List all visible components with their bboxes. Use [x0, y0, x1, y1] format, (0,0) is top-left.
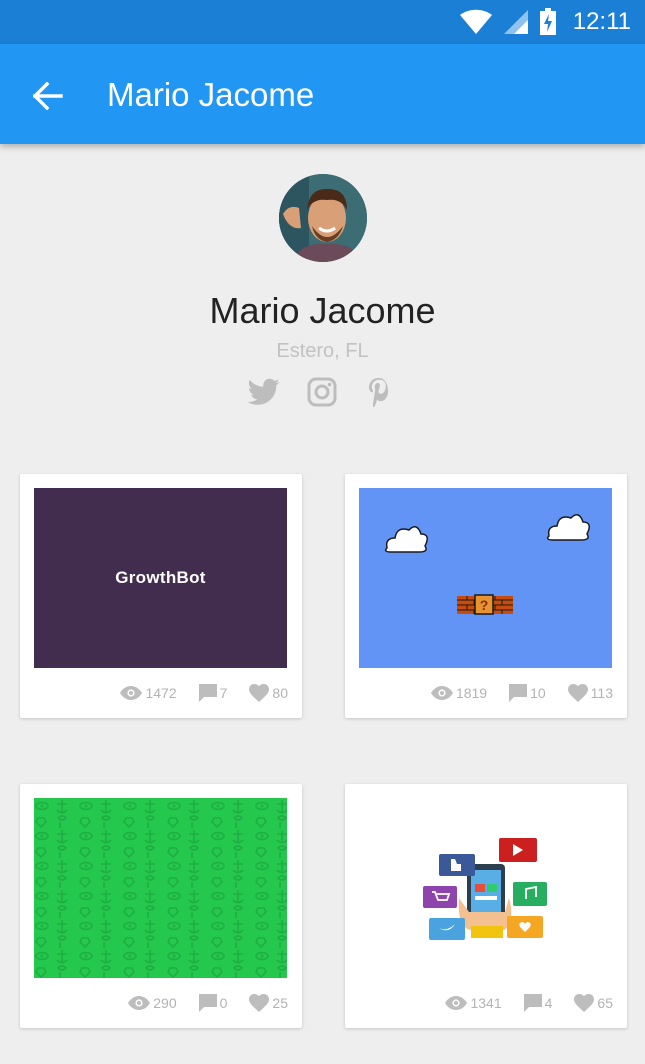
comment-icon — [198, 684, 217, 702]
twitter-icon — [248, 378, 280, 405]
card-stats: 290 0 25 — [128, 992, 288, 1014]
cloud-left — [384, 526, 428, 553]
comments-count: 4 — [544, 995, 553, 1011]
pinterest-icon — [369, 378, 388, 407]
project-card[interactable]: 1341 4 65 — [345, 784, 627, 1028]
comment-icon — [509, 684, 528, 702]
views-stat: 1341 — [445, 995, 502, 1011]
likes-stat: 65 — [574, 994, 613, 1012]
views-count: 1819 — [455, 685, 488, 701]
profile-name: Mario Jacome — [209, 290, 436, 331]
project-thumbnail-social-phone — [359, 798, 612, 978]
views-count: 1472 — [145, 685, 177, 701]
project-card[interactable]: ? 1819 10 113 — [345, 474, 627, 718]
comments-stat: 4 — [523, 994, 553, 1012]
growthbot-logo: GrowthBot — [115, 568, 206, 587]
app-bar: Mario Jacome — [0, 44, 645, 144]
comments-stat: 7 — [198, 684, 228, 702]
wifi-icon — [459, 9, 492, 34]
comment-icon — [198, 994, 217, 1012]
views-stat: 1819 — [430, 685, 488, 701]
likes-count: 80 — [272, 685, 288, 701]
likes-stat: 113 — [567, 684, 613, 702]
twitter-link[interactable] — [248, 376, 280, 408]
project-card[interactable]: 290 0 25 — [20, 784, 302, 1028]
comments-count: 7 — [219, 685, 228, 701]
comments-stat: 10 — [509, 684, 546, 702]
views-stat: 290 — [128, 995, 177, 1011]
status-time: 12:11 — [572, 8, 631, 35]
project-thumbnail-growthbot: GrowthBot — [34, 488, 287, 668]
pinterest-link[interactable] — [364, 376, 396, 408]
heart-icon — [574, 994, 595, 1012]
cloud-right — [546, 514, 590, 541]
status-bar: 12:11 — [0, 0, 645, 44]
instagram-link[interactable] — [306, 376, 338, 408]
profile-header: Mario Jacome Estero, FL — [0, 144, 645, 444]
heart-icon — [249, 994, 270, 1012]
svg-text:?: ? — [480, 597, 489, 613]
brick-blocks: ? — [457, 594, 513, 615]
eye-icon — [128, 996, 151, 1010]
heart-icon — [249, 684, 270, 702]
eye-icon — [430, 686, 453, 700]
views-count: 290 — [153, 995, 177, 1011]
heart-icon — [567, 684, 588, 702]
social-links — [248, 376, 396, 408]
arrow-back-icon — [33, 82, 63, 110]
likes-count: 65 — [597, 995, 613, 1011]
comment-icon — [523, 994, 542, 1012]
likes-count: 113 — [590, 685, 613, 701]
views-count: 1341 — [470, 995, 502, 1011]
views-stat: 1472 — [120, 685, 177, 701]
card-stats: 1341 4 65 — [445, 992, 613, 1014]
avatar — [279, 174, 367, 262]
back-button[interactable] — [26, 74, 70, 118]
profile-location: Estero, FL — [276, 340, 369, 362]
signal-icon — [503, 10, 528, 34]
likes-stat: 80 — [249, 684, 288, 702]
status-icons: 12:11 — [459, 8, 631, 36]
eye-icon — [120, 686, 143, 700]
instagram-icon — [307, 377, 337, 407]
battery-icon — [539, 8, 556, 35]
project-thumbnail-pattern — [34, 798, 287, 978]
card-stats: 1472 7 80 — [120, 682, 288, 704]
eye-icon — [445, 996, 468, 1010]
project-card[interactable]: GrowthBot 1472 7 80 — [20, 474, 302, 718]
card-stats: 1819 10 113 — [430, 682, 613, 704]
comments-stat: 0 — [198, 994, 228, 1012]
project-thumbnail-mario: ? — [359, 488, 612, 668]
app-bar-title: Mario Jacome — [107, 76, 315, 113]
likes-count: 25 — [272, 995, 288, 1011]
likes-stat: 25 — [249, 994, 288, 1012]
comments-count: 10 — [530, 685, 546, 701]
comments-count: 0 — [219, 995, 228, 1011]
